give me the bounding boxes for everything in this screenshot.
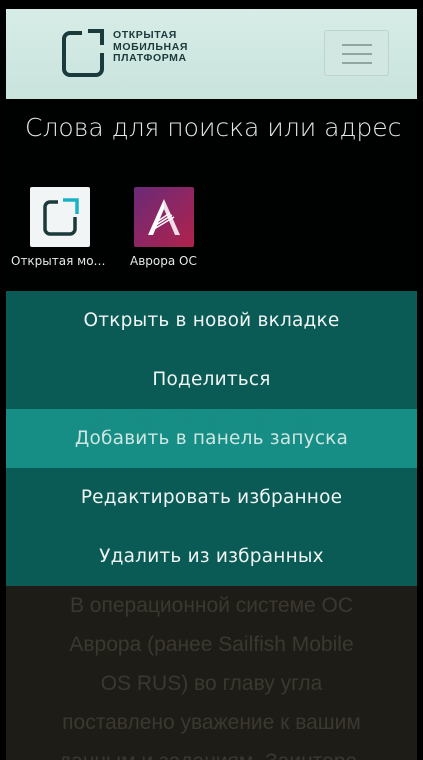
- article-line: данным и заданиям. Заинтере-: [6, 742, 417, 760]
- hamburger-menu-button[interactable]: [324, 30, 389, 76]
- menu-item-open-new-tab[interactable]: Открыть в новой вкладке: [6, 291, 417, 350]
- article-text: В операционной системе ОС Аврора (ранее …: [6, 586, 417, 760]
- menu-item-edit-favorite[interactable]: Редактировать избранное: [6, 468, 417, 527]
- site-header: ОТКРЫТАЯ МОБИЛЬНАЯ ПЛАТФОРМА: [6, 9, 417, 99]
- aurora-os-icon: [134, 187, 194, 247]
- aurora-watermark: АВРОРА: [88, 404, 335, 444]
- article-line: OS RUS) во главу угла: [100, 672, 323, 695]
- favorite-label: Аврора ОС: [130, 254, 197, 268]
- open-mobile-platform-icon: [30, 187, 90, 247]
- article-line: В операционной системе ОС: [69, 594, 354, 617]
- browser-viewport: ОТКРЫТАЯ МОБИЛЬНАЯ ПЛАТФОРМА В операцион…: [6, 9, 417, 760]
- search-input[interactable]: Слова для поиска или адрес: [25, 113, 401, 142]
- article-line: поставлено уважение к вашим: [62, 711, 361, 734]
- open-mobile-platform-logo-icon: [62, 29, 104, 77]
- favorite-aurora-os[interactable]: Аврора ОС: [130, 187, 254, 268]
- article-line: Аврора (ранее Sailfish Mobile: [69, 633, 354, 656]
- menu-item-remove-favorite[interactable]: Удалить из избранных: [6, 527, 417, 586]
- hamburger-icon: [342, 44, 372, 46]
- logo-text: ОТКРЫТАЯ МОБИЛЬНАЯ ПЛАТФОРМА: [113, 29, 189, 64]
- menu-item-share[interactable]: Поделиться: [6, 350, 417, 409]
